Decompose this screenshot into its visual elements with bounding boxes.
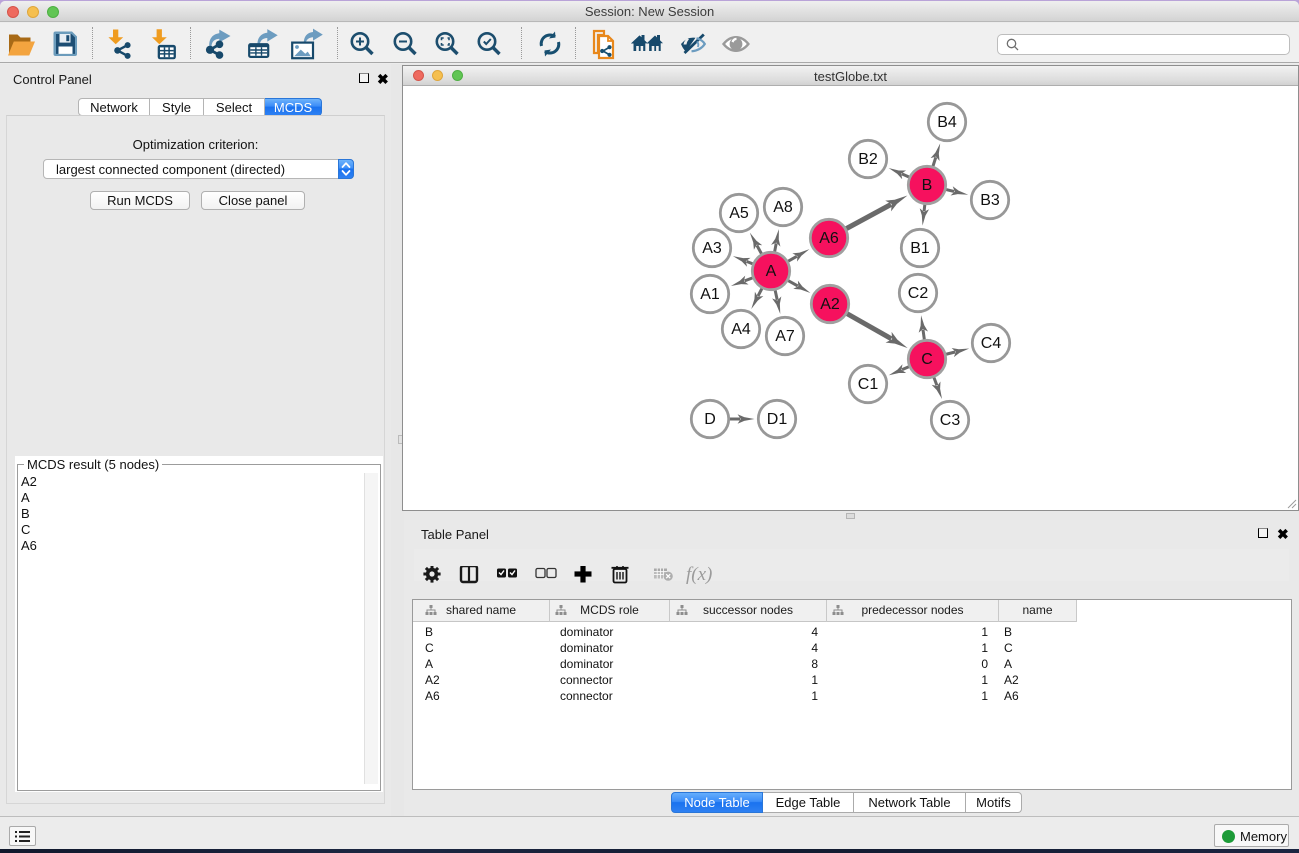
svg-text:A1: A1 [700, 286, 720, 303]
svg-text:A4: A4 [731, 321, 751, 338]
svg-text:A3: A3 [702, 240, 722, 257]
svg-text:C2: C2 [908, 285, 929, 302]
svg-text:A8: A8 [773, 199, 793, 216]
svg-text:C1: C1 [858, 376, 879, 393]
svg-text:B4: B4 [937, 114, 957, 131]
svg-text:D1: D1 [767, 411, 788, 428]
svg-text:B2: B2 [858, 151, 878, 168]
svg-text:B: B [922, 177, 933, 194]
svg-text:B3: B3 [980, 192, 1000, 209]
svg-text:C3: C3 [940, 412, 961, 429]
svg-text:C: C [921, 351, 933, 368]
svg-text:D: D [704, 411, 716, 428]
svg-text:C4: C4 [981, 335, 1002, 352]
svg-text:A: A [766, 263, 777, 280]
svg-text:A7: A7 [775, 328, 795, 345]
svg-text:A2: A2 [820, 296, 840, 313]
svg-text:f(x): f(x) [686, 566, 712, 585]
svg-text:A5: A5 [729, 205, 749, 222]
svg-text:A6: A6 [819, 230, 839, 247]
svg-text:B1: B1 [910, 240, 930, 257]
